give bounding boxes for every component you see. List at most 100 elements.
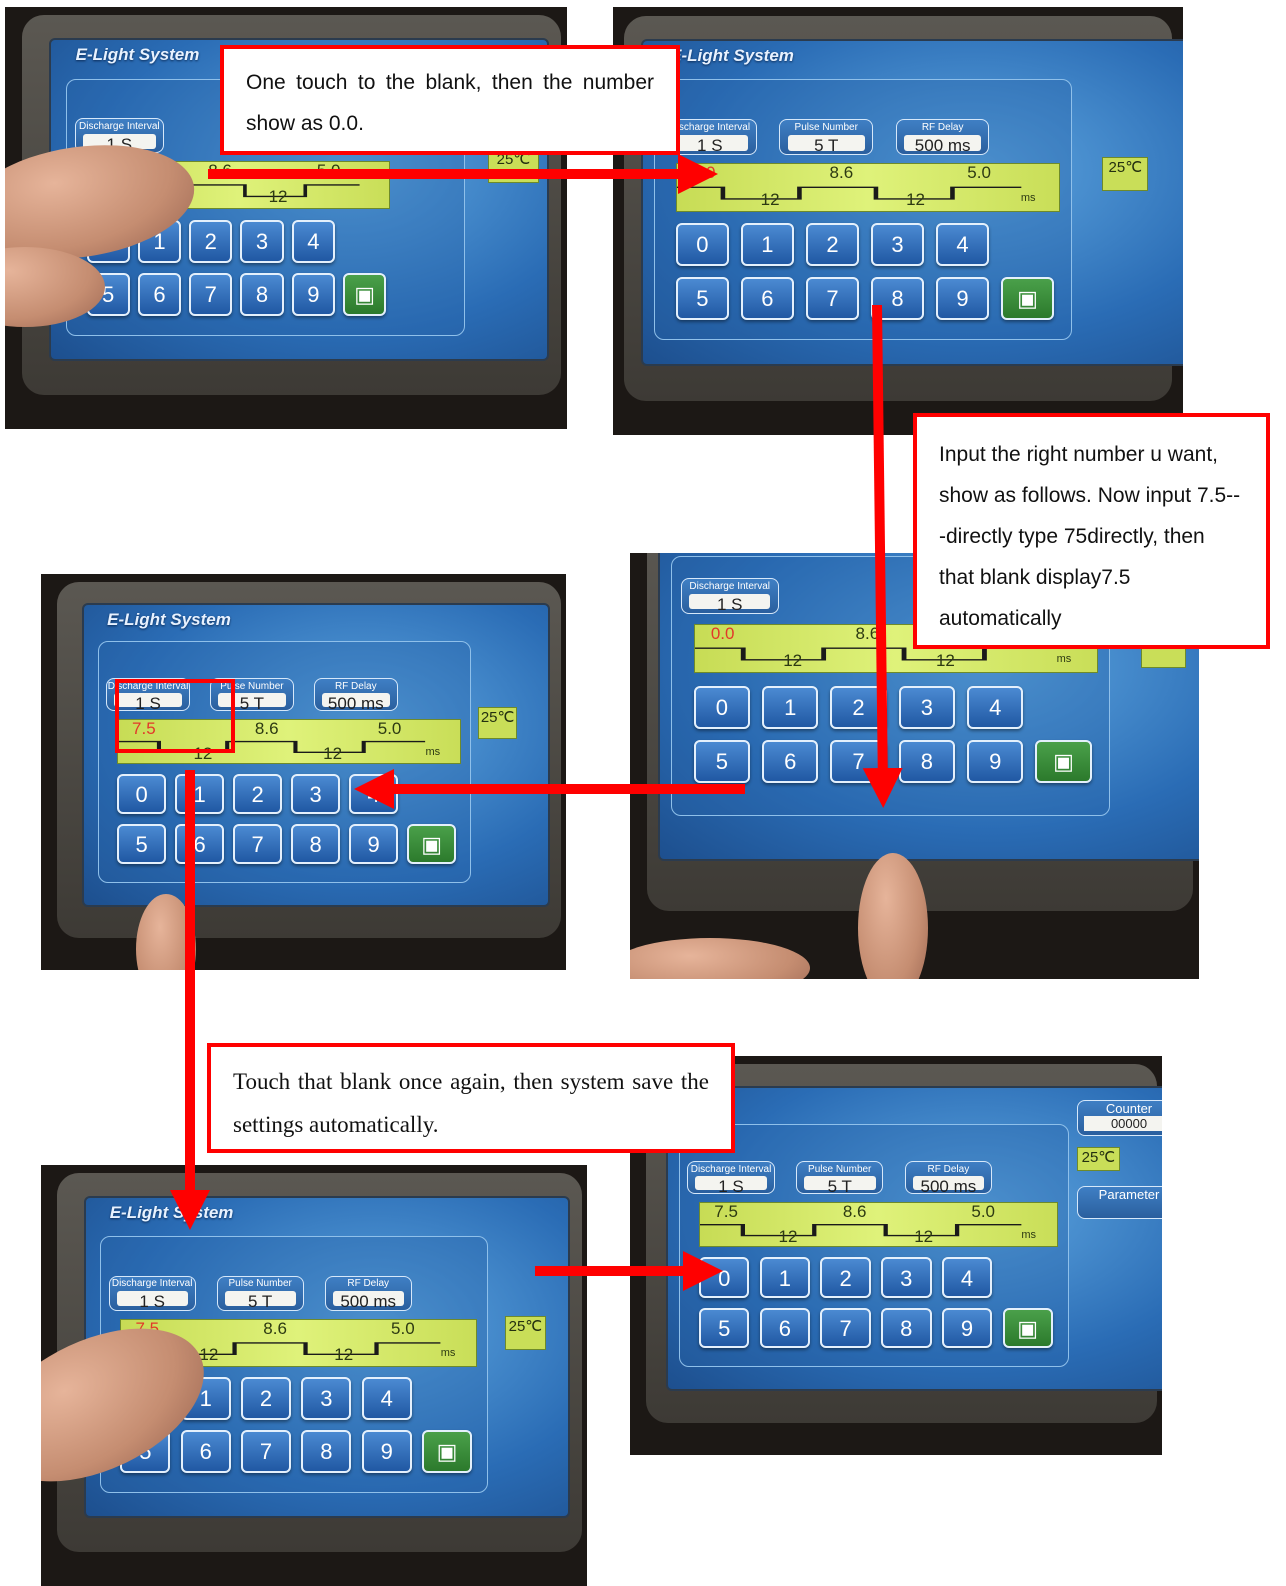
touch-screen: E-Light System Discharge Interval 1 S Pu…	[81, 603, 550, 907]
key-2[interactable]: 2	[189, 219, 233, 263]
key-2[interactable]: 2	[233, 773, 282, 815]
key-5[interactable]: 5	[675, 276, 730, 320]
photo-step1-result: E-Light System Discharge Interval 1 S Pu…	[613, 7, 1183, 435]
key-3[interactable]: 3	[240, 219, 284, 263]
discharge-interval-box[interactable]: Discharge Interval 1 S	[108, 1275, 196, 1311]
key-1[interactable]: 1	[762, 686, 819, 730]
rf-delay-box[interactable]: RF Delay 500 ms	[895, 119, 990, 155]
callout-step3: Touch that blank once again, then system…	[207, 1043, 735, 1153]
pulse-number-box[interactable]: Pulse Number 5 T	[796, 1160, 884, 1196]
key-3[interactable]: 3	[881, 1257, 932, 1299]
key-6[interactable]: 6	[180, 1430, 231, 1473]
key-7[interactable]: 7	[820, 1307, 871, 1349]
pulse-waveform[interactable]: 0.0 8.6 5.0 12 12 ms	[675, 163, 1061, 212]
key-8[interactable]: 8	[898, 739, 956, 783]
key-5[interactable]: 5	[693, 739, 750, 783]
key-9[interactable]: 9	[967, 739, 1024, 783]
key-8[interactable]: 8	[301, 1430, 352, 1473]
screen-title: E-Light System	[75, 45, 200, 64]
temperature-readout: 25℃	[1102, 157, 1149, 192]
key-6[interactable]: 6	[759, 1307, 811, 1349]
numeric-keypad: 0 1 2 3 4 5 6 7 8 9 ▣	[693, 686, 1096, 789]
key-5[interactable]: 5	[698, 1307, 750, 1349]
key-4[interactable]: 4	[349, 773, 398, 815]
settings-panel: Discharge Interval 1 S Pulse Number 5 T …	[678, 1123, 1069, 1367]
rf-delay-box[interactable]: RF Delay 500 ms	[324, 1275, 412, 1311]
key-6[interactable]: 6	[762, 739, 819, 783]
numeric-keypad: 0 1 2 3 4 5 6 7 8 9 ▣	[675, 222, 1059, 327]
screen-title: E-Light System	[107, 609, 231, 629]
key-8[interactable]: 8	[870, 276, 925, 320]
key-1[interactable]: 1	[759, 1257, 811, 1299]
pulse-waveform[interactable]: 7.5 8.6 5.0 12 12 ms	[698, 1201, 1059, 1248]
key-1[interactable]: 1	[175, 773, 224, 815]
key-8[interactable]: 8	[240, 272, 284, 316]
key-7[interactable]: 7	[189, 272, 233, 316]
floppy-disk-icon[interactable]: ▣	[1035, 739, 1092, 783]
finger	[630, 938, 810, 979]
settings-panel: Discharge Interval 1 S Pulse Number 5 T …	[653, 79, 1072, 341]
screen-title: E-Light System	[670, 45, 794, 65]
key-2[interactable]: 2	[805, 222, 860, 267]
key-2[interactable]: 2	[820, 1257, 871, 1299]
key-4[interactable]: 4	[361, 1377, 412, 1421]
key-3[interactable]: 3	[898, 686, 956, 730]
counter-box: Counter 00000	[1076, 1099, 1162, 1137]
pulse-number-box[interactable]: Pulse Number 5 T	[216, 1275, 304, 1311]
key-4[interactable]: 4	[935, 222, 990, 267]
photo-step3-touch-again: E-Light System Discharge Interval 1 S Pu…	[41, 1165, 587, 1586]
key-9[interactable]: 9	[291, 272, 335, 316]
touch-screen: Discharge Interval 1 S Pulse Number 5 T …	[666, 1085, 1162, 1392]
settings-panel: Discharge Interval 1 S Pulse Number 5 T …	[97, 641, 471, 883]
key-5[interactable]: 5	[117, 823, 166, 865]
temperature-readout: 25℃	[505, 1315, 546, 1350]
key-2[interactable]: 2	[830, 686, 887, 730]
device-frame: E-Light System Discharge Interval 1 S Pu…	[624, 15, 1183, 401]
key-4[interactable]: 4	[291, 219, 335, 263]
touch-screen: E-Light System Discharge Interval 1 S Pu…	[640, 38, 1183, 367]
key-4[interactable]: 4	[967, 686, 1024, 730]
discharge-interval-box[interactable]: Discharge Interval 1 S	[680, 578, 779, 614]
key-0[interactable]: 0	[675, 222, 730, 267]
floppy-disk-icon[interactable]: ▣	[421, 1430, 473, 1473]
key-0[interactable]: 0	[117, 773, 166, 815]
key-9[interactable]: 9	[361, 1430, 412, 1473]
key-6[interactable]: 6	[740, 276, 795, 320]
photo-step2-result: E-Light System Discharge Interval 1 S Pu…	[41, 574, 566, 970]
floppy-disk-icon[interactable]: ▣	[407, 823, 456, 865]
key-3[interactable]: 3	[291, 773, 340, 815]
floppy-disk-icon[interactable]: ▣	[1002, 1307, 1053, 1349]
key-4[interactable]: 4	[941, 1257, 993, 1299]
floppy-disk-icon[interactable]: ▣	[343, 272, 387, 316]
key-0[interactable]: 0	[698, 1257, 750, 1299]
key-9[interactable]: 9	[349, 823, 398, 865]
key-1[interactable]: 1	[740, 222, 795, 267]
temperature-readout: 25℃	[1076, 1147, 1120, 1172]
key-7[interactable]: 7	[240, 1430, 292, 1473]
floppy-disk-icon[interactable]: ▣	[1000, 276, 1055, 320]
key-0[interactable]: 0	[693, 686, 750, 730]
key-6[interactable]: 6	[137, 272, 182, 316]
key-9[interactable]: 9	[941, 1307, 993, 1349]
key-2[interactable]: 2	[240, 1377, 292, 1421]
key-6[interactable]: 6	[175, 823, 224, 865]
key-9[interactable]: 9	[935, 276, 990, 320]
key-3[interactable]: 3	[870, 222, 925, 267]
key-3[interactable]: 3	[301, 1377, 352, 1421]
key-7[interactable]: 7	[805, 276, 860, 320]
numeric-keypad: 0 1 2 3 4 5 6 7 8 9 ▣	[117, 773, 458, 870]
key-7[interactable]: 7	[830, 739, 887, 783]
temperature-readout: 25℃	[478, 707, 518, 739]
key-7[interactable]: 7	[233, 823, 282, 865]
device-frame: E-Light System Discharge Interval 1 S Pu…	[56, 581, 561, 939]
highlight-box	[115, 679, 235, 753]
parameter-button[interactable]: Parameter	[1076, 1186, 1162, 1219]
key-8[interactable]: 8	[881, 1307, 932, 1349]
pulse-number-box[interactable]: Pulse Number 5 T	[779, 119, 873, 155]
key-8[interactable]: 8	[291, 823, 340, 865]
discharge-interval-box[interactable]: Discharge Interval 1 S	[687, 1160, 775, 1196]
screen-title: E-Light System	[109, 1202, 234, 1222]
rf-delay-box[interactable]: RF Delay 500 ms	[313, 678, 398, 713]
side-controls: Counter 00000 25℃ Parameter	[1076, 1099, 1162, 1317]
rf-delay-box[interactable]: RF Delay 500 ms	[904, 1160, 993, 1196]
